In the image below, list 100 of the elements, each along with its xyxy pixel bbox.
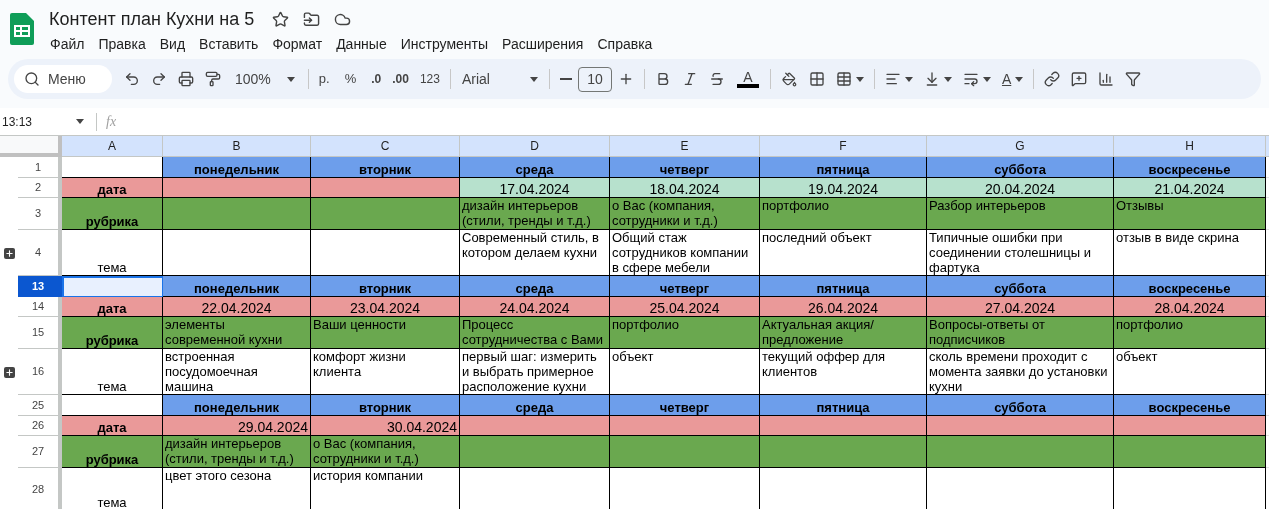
menu-item[interactable]: Справка	[590, 35, 660, 53]
menu-search-field[interactable]: Меню	[14, 65, 112, 93]
caret-icon	[529, 76, 538, 82]
table-cell: воскресенье	[1114, 157, 1266, 178]
menu-item[interactable]: Вид	[152, 35, 193, 53]
table-cell: пятница	[760, 395, 927, 416]
table-cell: 29.04.2024	[163, 416, 311, 436]
chart-icon	[1098, 71, 1115, 87]
menu-item[interactable]: Правка	[91, 35, 153, 53]
plus-icon	[4, 367, 14, 377]
plus-icon	[4, 248, 14, 258]
table-cell: 26.04.2024	[760, 297, 927, 317]
decrease-decimal-button[interactable]: .0	[366, 65, 387, 93]
row-header[interactable]: 16	[18, 349, 62, 395]
menu-item[interactable]: Файл	[43, 35, 92, 53]
table-cell: суббота	[927, 157, 1114, 178]
table-cell: дизайн интерьеров (стили, тренды и т.д.)	[460, 198, 610, 230]
search-icon	[24, 71, 40, 87]
name-box[interactable]: 13:13	[0, 112, 90, 131]
table-cell: вторник	[311, 395, 460, 416]
font-dropdown[interactable]: Arial	[455, 65, 544, 93]
text-color-button[interactable]: A	[730, 65, 765, 93]
table-cell: 30.04.2024	[311, 416, 460, 436]
table-cell: дизайн интерьеров (стили, тренды и т.д.)	[163, 436, 311, 468]
table-cell: история компании	[311, 468, 460, 509]
table-cell: Отзывы	[1114, 198, 1266, 230]
currency-button[interactable]: р.	[313, 65, 335, 93]
menu-item[interactable]: Инструменты	[393, 35, 495, 53]
table-cell: о Вас (компания, сотрудники и т.д.)	[610, 198, 760, 230]
redo-icon	[151, 71, 167, 87]
percent-button[interactable]: %	[335, 65, 366, 93]
table-cell: Общий стаж сотрудников компании в сфере мебели	[610, 230, 760, 276]
table-cell: текущий оффер для клиентов	[760, 349, 927, 395]
row-header[interactable]: 14	[18, 297, 62, 317]
table-cell: Разбор интерьеров	[927, 198, 1114, 230]
expand-group-button[interactable]	[3, 366, 15, 378]
caret-icon	[982, 76, 991, 82]
table-cell: суббота	[927, 395, 1114, 416]
row-header[interactable]: 13	[18, 276, 62, 297]
row-header[interactable]: 1	[18, 157, 62, 178]
table-cell: комфорт жизни клиента	[311, 349, 460, 395]
table-cell: пятница	[760, 276, 927, 297]
table-cell: Ваши ценности	[311, 317, 460, 349]
table-cell: встроенная посудомоечная машина	[163, 349, 311, 395]
table-cell: 21.04.2024	[1114, 178, 1266, 198]
row-header[interactable]: 25	[18, 395, 62, 416]
table-cell: 22.04.2024	[163, 297, 311, 317]
table-cell: 20.04.2024	[927, 178, 1114, 198]
caret-icon	[904, 76, 913, 82]
table-cell: 25.04.2024	[610, 297, 760, 317]
table-cell: дата	[62, 178, 163, 198]
zoom-dropdown[interactable]: 100%	[227, 65, 303, 93]
row-header[interactable]: 27	[18, 436, 62, 468]
increase-decimal-button[interactable]: .00	[387, 65, 414, 93]
wrap-text-icon	[962, 71, 979, 87]
table-cell: среда	[460, 157, 610, 178]
row-header[interactable]: 2	[18, 178, 62, 198]
star-icon[interactable]	[272, 10, 290, 28]
borders-icon	[808, 71, 825, 87]
table-cell: 18.04.2024	[610, 178, 760, 198]
table-cell: рубрика	[62, 198, 163, 230]
table-cell: 19.04.2024	[760, 178, 927, 198]
table-cell: воскресенье	[1114, 276, 1266, 297]
folder-icon[interactable]	[303, 10, 321, 28]
table-cell: дата	[62, 297, 163, 317]
table-cell: 17.04.2024	[460, 178, 610, 198]
expand-group-button[interactable]	[3, 247, 15, 259]
table-cell: среда	[460, 276, 610, 297]
caret-icon	[286, 76, 295, 82]
table-cell: портфолио	[610, 317, 760, 349]
menu-item[interactable]: Вставить	[192, 35, 266, 53]
row-header[interactable]: 15	[18, 317, 62, 349]
row-header[interactable]: 26	[18, 416, 62, 436]
printer-icon	[178, 71, 194, 87]
row-header[interactable]: 4	[18, 230, 62, 276]
fx-label: fx	[106, 113, 117, 131]
table-cell: 27.04.2024	[927, 297, 1114, 317]
table-cell: четверг	[610, 157, 760, 178]
font-size-field[interactable]: 10	[577, 66, 612, 92]
menu-item[interactable]: Данные	[329, 35, 394, 53]
table-cell: цвет этого сезона	[163, 468, 311, 509]
sheets-logo-icon[interactable]	[10, 13, 34, 45]
table-cell: тема	[62, 230, 163, 276]
text-rotation-button[interactable]: A	[996, 65, 1029, 93]
document-title[interactable]: Контент план Кухни на 5	[49, 8, 255, 30]
table-cell: среда	[460, 395, 610, 416]
table-cell: Типичные ошибки при соединении столешницы и фартука	[927, 230, 1114, 276]
table-cell: тема	[62, 349, 163, 395]
table-cell: о Вас (компания, сотрудники и т.д.)	[311, 436, 460, 468]
table-cell: первый шаг: измерить и выбрать примерное расположение кухни	[460, 349, 610, 395]
merge-icon	[835, 71, 852, 87]
table-cell: отзыв в виде скрина	[1114, 230, 1266, 276]
table-cell: суббота	[927, 276, 1114, 297]
menu-item[interactable]: Формат	[265, 35, 330, 53]
table-cell: рубрика	[62, 317, 163, 349]
row-header[interactable]: 3	[18, 198, 62, 230]
table-cell: четверг	[610, 276, 760, 297]
number-format-button[interactable]: 123	[414, 65, 445, 93]
menu-item[interactable]: Расширения	[495, 35, 591, 53]
align-left-icon	[884, 71, 901, 87]
